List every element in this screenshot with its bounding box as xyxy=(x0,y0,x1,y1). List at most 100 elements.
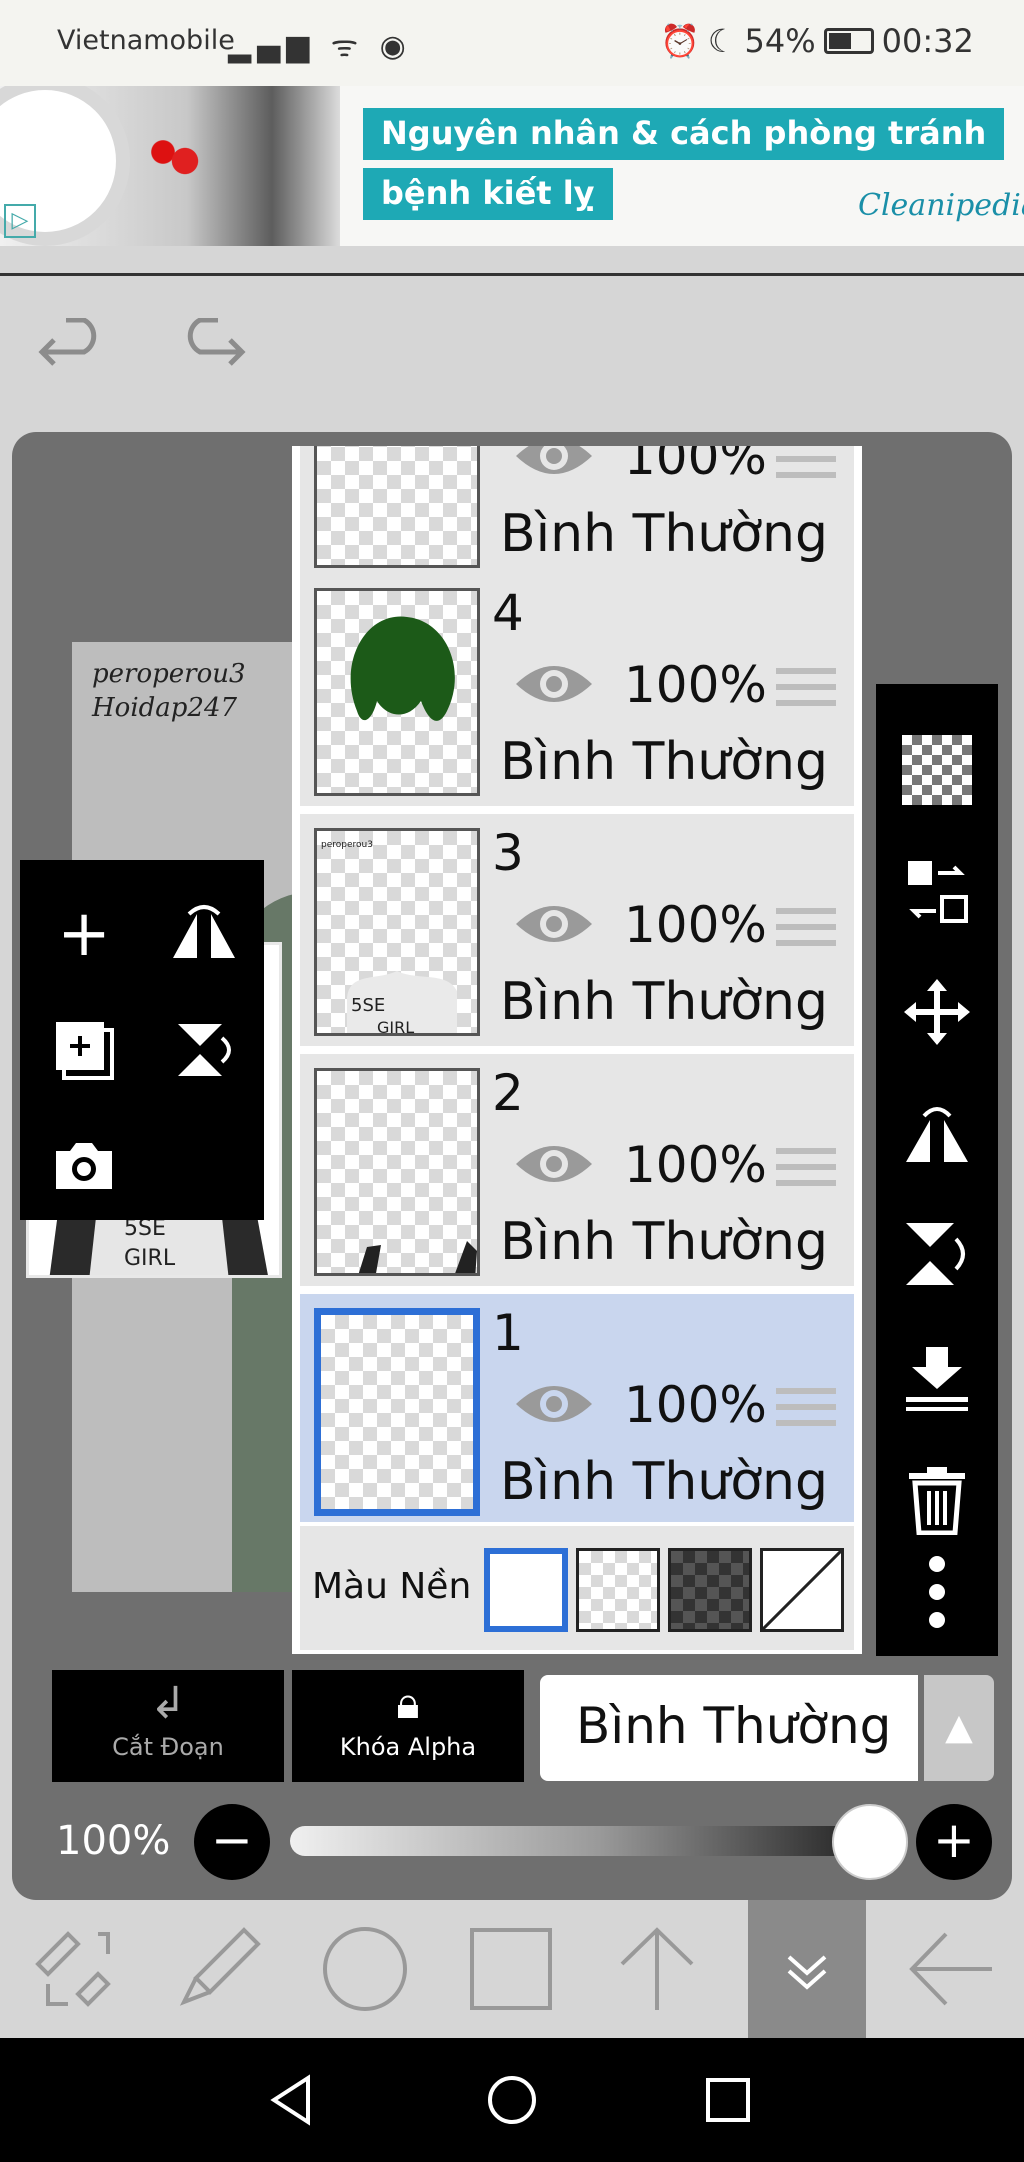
canvas-sketch-text: peroperou3 Hoidap247 xyxy=(92,659,246,723)
layer-thumbnail xyxy=(314,1308,480,1516)
svg-text:5SE: 5SE xyxy=(351,995,385,1016)
ad-brand: Cleanipedia xyxy=(858,188,1024,223)
nav-back-icon[interactable] xyxy=(252,2060,332,2140)
bottom-toolbar xyxy=(0,1900,1024,2038)
svg-text:GIRL: GIRL xyxy=(124,1246,176,1271)
carrier-name: Vietnamobile xyxy=(57,25,235,56)
ad-image xyxy=(0,86,340,246)
flip-vertical-icon[interactable] xyxy=(876,1194,998,1314)
layer-number: 1 xyxy=(492,1304,524,1362)
layer-opacity: 100% xyxy=(624,656,767,714)
nav-home-icon[interactable] xyxy=(472,2060,552,2140)
layer-number: 2 xyxy=(492,1064,524,1122)
battery-icon xyxy=(823,28,874,54)
ellipse-tool-icon[interactable] xyxy=(292,1900,438,2038)
eye-icon[interactable] xyxy=(512,1376,596,1432)
background-color-row: Màu Nền xyxy=(300,1526,854,1650)
add-layer-icon[interactable]: + xyxy=(24,874,144,994)
layer-number: 3 xyxy=(492,824,524,882)
eye-icon[interactable] xyxy=(512,656,596,712)
flip-vertical-icon[interactable] xyxy=(144,990,264,1110)
layers-panel: 100% Bình Thường 4 100% Bình Thường 5SE G… xyxy=(292,446,862,1654)
adchoices-icon[interactable]: ▷ xyxy=(4,204,36,238)
opacity-increase-button[interactable]: + xyxy=(916,1804,992,1880)
clip-arrow-icon: ↲ xyxy=(149,1678,187,1729)
svg-text:peroperou3: peroperou3 xyxy=(321,840,373,850)
layer-row-1[interactable]: 1 100% Bình Thường xyxy=(300,1294,854,1522)
layer-opacity: 100% xyxy=(624,896,767,954)
drag-handle-icon[interactable] xyxy=(776,908,836,948)
back-arrow-icon[interactable] xyxy=(878,1900,1024,2038)
right-toolbox xyxy=(876,684,998,1656)
blend-mode-value: Bình Thường xyxy=(576,1697,892,1755)
bg-transparent-dark-swatch[interactable] xyxy=(668,1548,752,1632)
layer-row-3[interactable]: 5SE GIRL peroperou3 3 100% Bình Thường xyxy=(300,814,854,1050)
opacity-decrease-button[interactable]: − xyxy=(194,1804,270,1880)
drag-handle-icon[interactable] xyxy=(776,1388,836,1428)
lock-icon: 🔒︎ xyxy=(396,1678,420,1729)
system-navigation-bar xyxy=(0,2038,1024,2162)
merge-down-icon[interactable] xyxy=(876,1318,998,1438)
nav-recents-icon[interactable] xyxy=(688,2060,768,2140)
divider xyxy=(0,273,1024,276)
clock: 00:32 xyxy=(881,22,974,60)
eye-icon[interactable] xyxy=(512,1136,596,1192)
blend-mode-select[interactable]: Bình Thường xyxy=(540,1675,918,1781)
alarm-icon: ⏰ xyxy=(660,22,700,60)
opacity-slider-handle[interactable] xyxy=(832,1804,908,1880)
move-icon[interactable] xyxy=(876,952,998,1072)
layer-opacity: 100% xyxy=(624,446,767,486)
brush-tool-icon[interactable] xyxy=(146,1900,292,2038)
more-options-icon[interactable] xyxy=(876,1532,998,1652)
bg-none-swatch[interactable] xyxy=(760,1548,844,1632)
signal-wifi-eye-icons: ▂▄▆ ᯤ ◉ xyxy=(228,29,412,64)
ad-headline-2: bệnh kiết lỵ xyxy=(363,168,613,220)
layer-number: 4 xyxy=(492,584,524,642)
transform-tool-icon[interactable] xyxy=(0,1900,146,2038)
arrow-up-icon[interactable] xyxy=(584,1900,730,2038)
undo-icon[interactable] xyxy=(38,317,108,393)
checker-icon[interactable] xyxy=(876,710,998,830)
clipping-label: Cắt Đoạn xyxy=(112,1733,224,1761)
ad-banner[interactable]: ▷ Nguyên nhân & cách phòng tránh bệnh ki… xyxy=(0,86,1024,246)
duplicate-layer-icon[interactable] xyxy=(24,990,144,1110)
rectangle-tool-icon[interactable] xyxy=(438,1900,584,2038)
layer-blend-mode: Bình Thường xyxy=(500,1212,829,1272)
clipping-button[interactable]: ↲ Cắt Đoạn xyxy=(52,1670,284,1782)
status-bar: Vietnamobile ▂▄▆ ᯤ ◉ ⏰ ☾ 54% 00:32 xyxy=(0,0,1024,86)
svg-text:GIRL: GIRL xyxy=(377,1018,414,1036)
opacity-slider[interactable] xyxy=(290,1826,906,1856)
layer-blend-mode: Bình Thường xyxy=(500,504,829,564)
blend-mode-dropdown-arrow-icon[interactable]: ▲ xyxy=(924,1675,994,1781)
flip-horizontal-icon[interactable] xyxy=(144,874,264,994)
redo-icon[interactable] xyxy=(176,317,246,393)
drag-handle-icon[interactable] xyxy=(776,446,836,480)
bg-white-swatch[interactable] xyxy=(484,1548,568,1632)
alpha-lock-label: Khóa Alpha xyxy=(339,1733,477,1761)
layer-blend-mode: Bình Thường xyxy=(500,972,829,1032)
camera-icon[interactable] xyxy=(24,1106,144,1226)
layer-thumbnail xyxy=(314,446,480,568)
ad-headline-1: Nguyên nhân & cách phòng tránh xyxy=(363,108,1005,160)
opacity-value: 100% xyxy=(56,1818,171,1864)
layer-row-4[interactable]: 4 100% Bình Thường xyxy=(300,574,854,810)
layer-thumbnail xyxy=(314,1068,480,1276)
collapse-down-icon[interactable] xyxy=(748,1900,866,2038)
layer-opacity: 100% xyxy=(624,1376,767,1434)
eye-icon[interactable] xyxy=(512,446,596,484)
drag-handle-icon[interactable] xyxy=(776,668,836,708)
swap-layer-icon[interactable] xyxy=(876,832,998,952)
moon-icon: ☾ xyxy=(707,22,737,60)
layer-row-5[interactable]: 100% Bình Thường xyxy=(300,446,854,582)
eye-icon[interactable] xyxy=(512,896,596,952)
layer-blend-mode: Bình Thường xyxy=(500,732,829,792)
layer-row-2[interactable]: 2 100% Bình Thường xyxy=(300,1054,854,1290)
drag-handle-icon[interactable] xyxy=(776,1148,836,1188)
layer-thumbnail: 5SE GIRL peroperou3 xyxy=(314,828,480,1036)
alpha-lock-button[interactable]: 🔒︎ Khóa Alpha xyxy=(292,1670,524,1782)
layer-thumbnail xyxy=(314,588,480,796)
layer-opacity: 100% xyxy=(624,1136,767,1194)
bg-transparent-light-swatch[interactable] xyxy=(576,1548,660,1632)
flip-horizontal-icon[interactable] xyxy=(876,1074,998,1194)
layer-blend-mode: Bình Thường xyxy=(500,1452,829,1512)
